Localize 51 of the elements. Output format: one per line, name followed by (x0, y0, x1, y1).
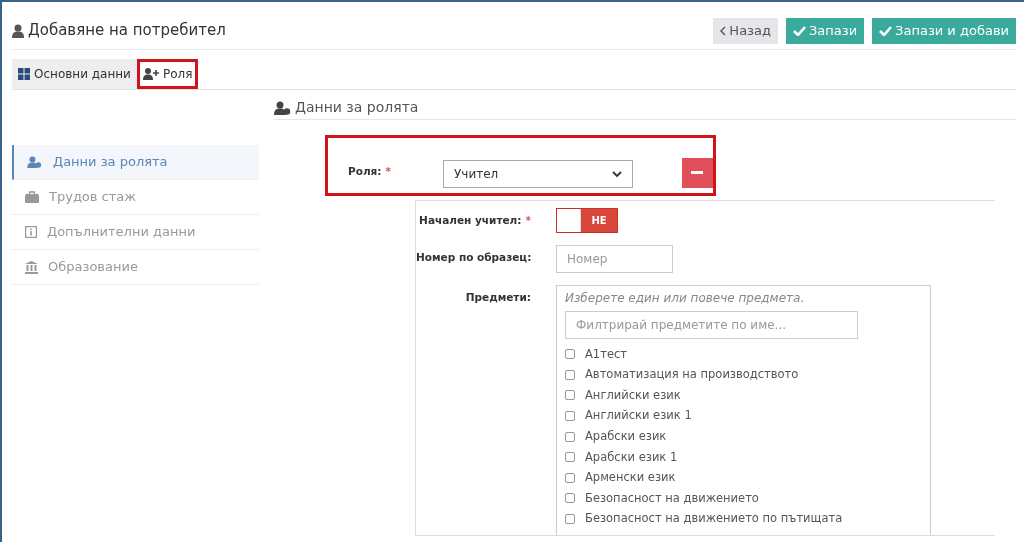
back-button[interactable]: Назад (713, 17, 778, 44)
info-icon (25, 226, 37, 238)
checkbox-label: Арабски език 1 (585, 448, 678, 466)
chevron-down-icon (611, 170, 622, 178)
save-button[interactable]: Запази (785, 17, 865, 44)
checkbox-label: Безопасност на движението по пътищата (585, 510, 843, 528)
checkbox[interactable] (565, 472, 575, 483)
checkbox-label: Английски език (585, 386, 681, 404)
checkbox[interactable] (565, 411, 575, 422)
checkbox[interactable] (565, 349, 575, 360)
checkbox[interactable] (565, 431, 575, 442)
chevron-left-icon (720, 25, 727, 36)
tab[interactable]: Роля (136, 59, 199, 89)
field-label: Номер по образец: (416, 251, 532, 263)
remove-button[interactable] (681, 158, 713, 188)
tab[interactable]: Основни данни (12, 59, 137, 89)
checkbox[interactable] (565, 369, 575, 380)
filter-input[interactable]: Филтрирай предметите по име... (565, 311, 858, 339)
users-icon (27, 156, 43, 168)
checkbox-label: Арменски език (585, 469, 676, 487)
briefcase-icon (25, 191, 39, 203)
check-icon (879, 25, 893, 36)
checkbox-label: Автоматизация на производството (585, 366, 799, 384)
number-input[interactable]: Номер (556, 245, 673, 273)
checkbox[interactable] (565, 452, 575, 463)
minus-icon (691, 171, 704, 175)
checkbox-label: Английски език 1 (585, 407, 692, 425)
checkbox-label: А1тест (585, 345, 627, 363)
user-icon (12, 23, 24, 38)
checkbox[interactable] (565, 390, 575, 401)
users-icon (274, 100, 292, 115)
field-label: Роля: (348, 165, 382, 178)
toggle-switch[interactable]: НЕ (556, 208, 618, 233)
grid-icon (18, 68, 30, 80)
save-button[interactable]: Запази и добави (872, 17, 1016, 44)
bank-icon (25, 260, 38, 274)
required-mark: * (385, 165, 392, 178)
role-select[interactable]: Учител (443, 160, 633, 188)
section-title: Данни за ролята (295, 98, 419, 117)
field-label: Предмети: (465, 291, 531, 303)
checkbox[interactable] (565, 514, 575, 525)
hint-text: Изберете един или повече предмета. (565, 290, 806, 307)
checkbox-label: Арабски език (585, 428, 667, 446)
sidebar-item[interactable]: Данни за ролята (12, 145, 259, 180)
user-plus-icon (142, 68, 159, 80)
page-title: Добавяне на потребител (28, 20, 226, 42)
checkbox-label: Безопасност на движението (585, 489, 759, 507)
field-label: Начален учител: (419, 214, 522, 226)
checkbox[interactable] (565, 493, 575, 504)
required-mark: * (525, 214, 531, 226)
check-icon (792, 25, 806, 36)
